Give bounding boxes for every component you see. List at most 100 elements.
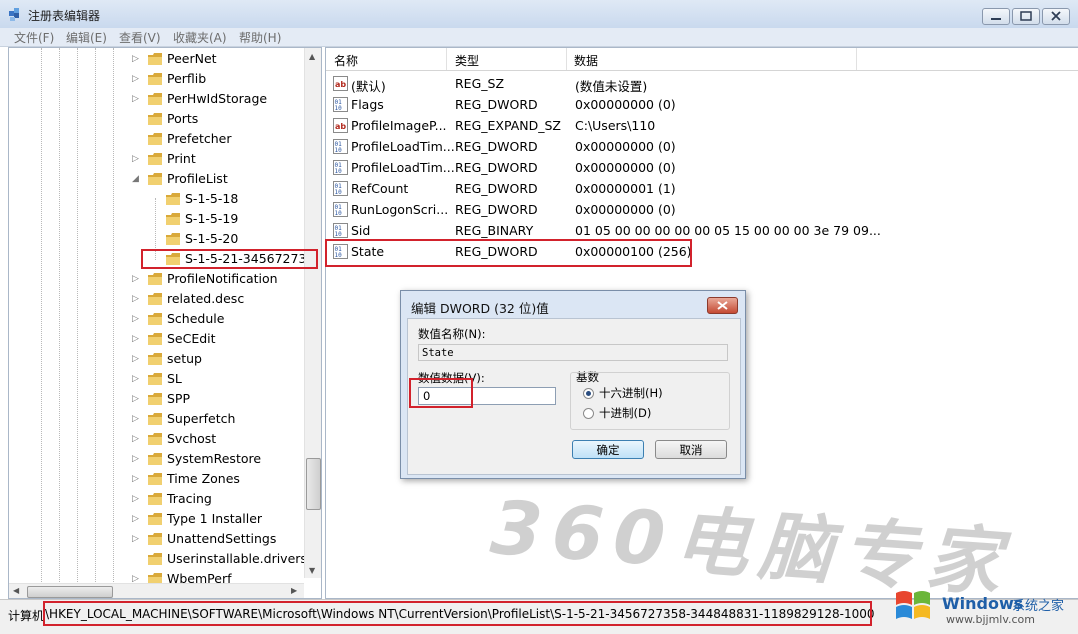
tree-item-label[interactable]: Prefetcher — [167, 131, 232, 146]
expand-toggle-icon[interactable] — [150, 194, 158, 204]
tree-item-label[interactable]: Time Zones — [167, 471, 240, 486]
ok-button[interactable]: 确定 — [572, 440, 644, 459]
expand-toggle-icon[interactable] — [132, 134, 140, 144]
tree-item-label[interactable]: Svchost — [167, 431, 216, 446]
value-row[interactable]: 01 10 RefCount REG_DWORD 0x00000001 (1) — [326, 178, 1078, 199]
expand-toggle-icon[interactable]: ▷ — [132, 294, 140, 304]
tree-item[interactable]: ▷ setup — [9, 349, 309, 369]
value-row[interactable]: ab (默认) REG_SZ (数值未设置) — [326, 73, 1078, 94]
expand-toggle-icon[interactable]: ▷ — [132, 374, 140, 384]
tree-item-label[interactable]: PeerNet — [167, 51, 217, 66]
expand-toggle-icon[interactable] — [132, 554, 140, 564]
menu-edit[interactable]: 编辑(E) — [66, 29, 107, 46]
tree-item-label[interactable]: UnattendSettings — [167, 531, 276, 546]
tree-item-label[interactable]: related.desc — [167, 291, 244, 306]
expand-toggle-icon[interactable]: ▷ — [132, 354, 140, 364]
column-type-header[interactable]: 类型 — [455, 52, 479, 69]
tree-hscroll-thumb[interactable] — [27, 586, 113, 598]
scroll-left-icon[interactable]: ◀ — [13, 586, 19, 595]
radio-hex[interactable] — [583, 388, 594, 399]
radio-decimal[interactable] — [583, 408, 594, 419]
tree-item[interactable]: ▷ SL — [9, 369, 309, 389]
menu-help[interactable]: 帮助(H) — [239, 29, 281, 46]
tree-item[interactable]: ▷ Svchost — [9, 429, 309, 449]
value-row[interactable]: ab ProfileImageP... REG_EXPAND_SZ C:\Users\… — [326, 115, 1078, 136]
expand-toggle-icon[interactable] — [150, 234, 158, 244]
expand-toggle-icon[interactable]: ▷ — [132, 414, 140, 424]
tree-item-label[interactable]: Perflib — [167, 71, 206, 86]
tree-item[interactable]: S-1-5-18 — [9, 189, 309, 209]
tree-item[interactable]: ▷ Tracing — [9, 489, 309, 509]
tree-item[interactable]: ▷ SPP — [9, 389, 309, 409]
expand-toggle-icon[interactable]: ▷ — [132, 434, 140, 444]
menu-favorites[interactable]: 收藏夹(A) — [173, 29, 227, 46]
expand-toggle-icon[interactable]: ▷ — [132, 54, 140, 64]
scroll-right-icon[interactable]: ▶ — [291, 586, 297, 595]
tree-item[interactable]: Prefetcher — [9, 129, 309, 149]
expand-toggle-icon[interactable]: ▷ — [132, 334, 140, 344]
tree-item-label[interactable]: PerHwIdStorage — [167, 91, 267, 106]
tree-item-label[interactable]: Tracing — [167, 491, 212, 506]
tree-item[interactable]: ▷ PerHwIdStorage — [9, 89, 309, 109]
tree-item-label[interactable]: SPP — [167, 391, 190, 406]
radio-hex-label[interactable]: 十六进制(H) — [599, 385, 663, 401]
tree-item-label[interactable]: S-1-5-20 — [185, 231, 238, 246]
expand-toggle-icon[interactable] — [150, 214, 158, 224]
value-row[interactable]: 01 10 ProfileLoadTim... REG_DWORD 0x00000000… — [326, 136, 1078, 157]
menu-view[interactable]: 查看(V) — [119, 29, 161, 46]
tree-item-label[interactable]: S-1-5-19 — [185, 211, 238, 226]
value-row[interactable]: 01 10 Flags REG_DWORD 0x00000000 (0) — [326, 94, 1078, 115]
tree-item-label[interactable]: SeCEdit — [167, 331, 216, 346]
tree-item[interactable]: ▷ UnattendSettings — [9, 529, 309, 549]
expand-toggle-icon[interactable] — [132, 114, 140, 124]
scroll-up-icon[interactable]: ▲ — [309, 52, 315, 61]
tree-item[interactable]: ▷ Perflib — [9, 69, 309, 89]
registry-tree[interactable]: ▷ PeerNet ▷ Perflib ▷ PerHwIdStorage Ports Pref… — [8, 47, 322, 599]
maximize-button[interactable] — [1012, 8, 1040, 25]
tree-item[interactable]: ▷ Superfetch — [9, 409, 309, 429]
tree-item[interactable]: ▷ Type 1 Installer — [9, 509, 309, 529]
menu-file[interactable]: 文件(F) — [14, 29, 54, 46]
expand-toggle-icon[interactable]: ▷ — [132, 494, 140, 504]
expand-toggle-icon[interactable]: ▷ — [132, 154, 140, 164]
expand-toggle-icon[interactable]: ▷ — [132, 274, 140, 284]
tree-item-label[interactable]: Superfetch — [167, 411, 235, 426]
tree-item-label[interactable]: Type 1 Installer — [167, 511, 262, 526]
value-row[interactable]: 01 10 RunLogonScri... REG_DWORD 0x00000000 (… — [326, 199, 1078, 220]
expand-toggle-icon[interactable]: ◢ — [132, 174, 140, 184]
radio-decimal-label[interactable]: 十进制(D) — [599, 405, 651, 421]
value-row[interactable]: 01 10 ProfileLoadTim... REG_DWORD 0x00000000… — [326, 157, 1078, 178]
column-name-header[interactable]: 名称 — [334, 52, 358, 69]
tree-item[interactable]: S-1-5-19 — [9, 209, 309, 229]
cancel-button[interactable]: 取消 — [655, 440, 727, 459]
tree-item-label[interactable]: Schedule — [167, 311, 224, 326]
column-separator[interactable] — [566, 48, 567, 70]
tree-item[interactable]: Userinstallable.drivers — [9, 549, 309, 569]
tree-item[interactable]: ▷ related.desc — [9, 289, 309, 309]
close-button[interactable] — [1042, 8, 1070, 25]
tree-item[interactable]: ◢ ProfileList — [9, 169, 309, 189]
column-data-header[interactable]: 数据 — [574, 52, 598, 69]
expand-toggle-icon[interactable]: ▷ — [132, 394, 140, 404]
minimize-button[interactable] — [982, 8, 1010, 25]
tree-item-label[interactable]: Print — [167, 151, 196, 166]
tree-item[interactable]: Ports — [9, 109, 309, 129]
tree-item[interactable]: ▷ Print — [9, 149, 309, 169]
tree-item-label[interactable]: ProfileNotification — [167, 271, 278, 286]
tree-item[interactable]: ▷ Time Zones — [9, 469, 309, 489]
tree-item-label[interactable]: Userinstallable.drivers — [167, 551, 307, 566]
tree-item[interactable]: ▷ SystemRestore — [9, 449, 309, 469]
expand-toggle-icon[interactable]: ▷ — [132, 534, 140, 544]
tree-vertical-scrollbar[interactable]: ▲ ▼ — [304, 48, 321, 578]
tree-item[interactable]: ▷ Schedule — [9, 309, 309, 329]
expand-toggle-icon[interactable]: ▷ — [132, 474, 140, 484]
tree-item[interactable]: ▷ SeCEdit — [9, 329, 309, 349]
expand-toggle-icon[interactable]: ▷ — [132, 314, 140, 324]
tree-item-label[interactable]: SystemRestore — [167, 451, 261, 466]
tree-item-label[interactable]: ProfileList — [167, 171, 228, 186]
tree-item[interactable]: ▷ PeerNet — [9, 49, 309, 69]
tree-item[interactable]: S-1-5-20 — [9, 229, 309, 249]
tree-scroll-thumb[interactable] — [306, 458, 321, 510]
value-row[interactable]: 01 10 Sid REG_BINARY 01 05 00 00 00 00 00 05… — [326, 220, 1078, 241]
expand-toggle-icon[interactable]: ▷ — [132, 94, 140, 104]
